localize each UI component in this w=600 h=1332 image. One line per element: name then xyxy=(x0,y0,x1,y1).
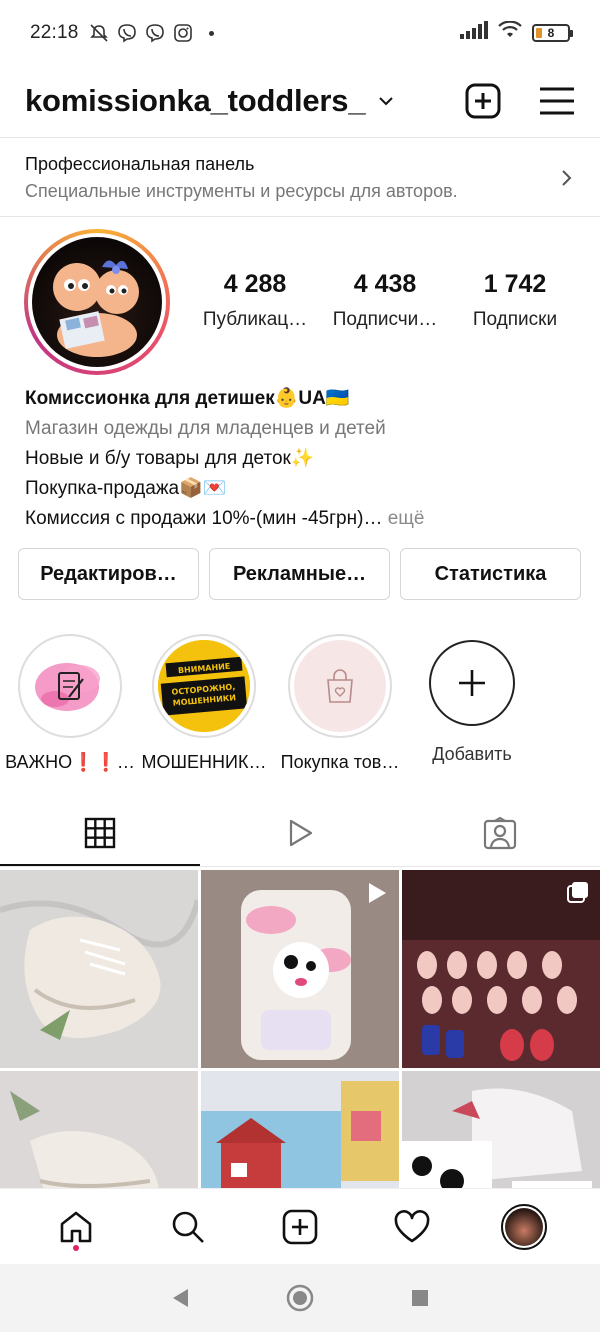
system-navigation-bar xyxy=(0,1264,600,1332)
stat-label: Подписчи… xyxy=(332,309,438,330)
tab-tagged[interactable] xyxy=(400,800,600,866)
tabs-divider xyxy=(0,866,600,867)
viber-icon xyxy=(117,23,137,43)
story-highlights: ВАЖНО❗❗… ВНИМАНИЕ ОСТОРОЖНО, МОШЕННИКИ М… xyxy=(0,634,600,774)
highlight-important[interactable]: ВАЖНО❗❗… xyxy=(0,634,140,773)
battery-level: 8 xyxy=(547,26,555,40)
system-recents-button[interactable] xyxy=(400,1278,440,1318)
bio-line: Комиссия с продажи 10%-(мин -45грн)… xyxy=(25,508,383,529)
carousel-indicator-icon xyxy=(566,880,590,909)
highlight-label: Покупка тов… xyxy=(280,752,400,772)
chevron-right-icon xyxy=(560,168,574,188)
grid-icon xyxy=(84,817,116,849)
posts-count[interactable]: 4 288 Публикац… xyxy=(190,270,320,331)
tab-posts-grid[interactable] xyxy=(0,800,200,866)
bio-line: Покупка-продажа📦💌 xyxy=(25,478,227,499)
username-switcher[interactable]: komissionka_toddlers_ xyxy=(25,83,366,119)
battery-icon: 8 xyxy=(532,24,573,42)
post-thumbnail[interactable] xyxy=(402,870,600,1068)
status-bar: 22:18 8 xyxy=(0,0,600,66)
more-notifications-dot xyxy=(208,30,214,36)
bottom-navigation xyxy=(0,1188,600,1264)
post-thumbnail[interactable] xyxy=(402,1071,600,1188)
pro-panel-subtitle: Специальные инструменты и ресурсы для ав… xyxy=(25,181,458,201)
post-thumbnail[interactable] xyxy=(0,1071,198,1188)
edit-profile-button[interactable]: Редактиров… xyxy=(18,548,199,600)
profile-display-name: Комиссионка для детишек👶UA🇺🇦 xyxy=(25,388,350,409)
post-thumbnail[interactable] xyxy=(201,870,399,1068)
plus-square-icon xyxy=(465,83,501,119)
post-thumbnail[interactable] xyxy=(201,1071,399,1188)
search-icon xyxy=(172,1211,204,1243)
chevron-down-icon[interactable] xyxy=(377,92,395,110)
highlight-label: МОШЕННИК… xyxy=(141,752,267,772)
profile-header: komissionka_toddlers_ xyxy=(0,66,600,136)
plus-icon xyxy=(459,670,485,696)
tab-reels[interactable] xyxy=(200,800,400,866)
play-icon xyxy=(289,819,313,847)
note-pen-icon xyxy=(35,663,100,711)
notification-dot xyxy=(73,1244,79,1251)
stat-value: 4 438 xyxy=(353,270,417,298)
following-count[interactable]: 1 742 Подписки xyxy=(450,270,580,331)
profile-avatar[interactable] xyxy=(24,229,170,375)
recents-square-icon xyxy=(412,1290,428,1306)
back-triangle-icon xyxy=(173,1289,188,1307)
shopping-bag-icon xyxy=(327,669,353,703)
stat-label: Публикац… xyxy=(202,309,308,330)
profile-bio: Комиссионка для детишек👶UA🇺🇦 Магазин оде… xyxy=(25,384,585,534)
profile-stats: 4 288 Публикац… 4 438 Подписчи… 1 742 По… xyxy=(190,270,580,331)
instagram-icon xyxy=(173,23,193,43)
wifi-icon xyxy=(498,20,522,45)
professional-dashboard-link[interactable]: Профессиональная панель Специальные инст… xyxy=(0,137,600,217)
viber-icon xyxy=(145,23,165,43)
tagged-person-icon xyxy=(483,816,517,850)
stat-value: 1 742 xyxy=(483,270,547,298)
profile-avatar-icon xyxy=(501,1203,547,1250)
nav-create[interactable] xyxy=(270,1197,330,1257)
highlight-cover: ВНИМАНИЕ ОСТОРОЖНО, МОШЕННИКИ xyxy=(158,640,250,732)
system-back-button[interactable] xyxy=(160,1278,200,1318)
stat-value: 4 288 xyxy=(223,270,287,298)
warning-sign-icon: ВНИМАНИЕ ОСТОРОЖНО, МОШЕННИКИ xyxy=(158,640,250,732)
nav-profile[interactable] xyxy=(494,1197,554,1257)
hamburger-menu-icon xyxy=(540,87,574,115)
bio-more-link[interactable]: ещё xyxy=(382,508,425,529)
menu-button[interactable] xyxy=(539,83,575,119)
nav-search[interactable] xyxy=(158,1197,218,1257)
highlight-cover xyxy=(294,640,386,732)
nav-home[interactable] xyxy=(46,1197,106,1257)
home-circle-icon xyxy=(286,1284,314,1312)
highlight-label: Добавить xyxy=(432,744,512,764)
add-highlight-button[interactable]: Добавить xyxy=(402,634,542,765)
insights-button[interactable]: Статистика xyxy=(400,548,581,600)
notification-icons xyxy=(89,23,214,43)
video-indicator-icon xyxy=(363,880,389,911)
stat-label: Подписки xyxy=(472,309,558,330)
posts-grid xyxy=(0,870,600,1188)
signal-icon xyxy=(460,21,488,45)
pro-panel-title: Профессиональная панель xyxy=(25,154,255,174)
highlight-label: ВАЖНО❗❗… xyxy=(5,752,135,772)
home-icon xyxy=(60,1211,92,1242)
highlight-scammers[interactable]: ВНИМАНИЕ ОСТОРОЖНО, МОШЕННИКИ МОШЕННИК… xyxy=(134,634,274,773)
ad-tools-button[interactable]: Рекламные… xyxy=(209,548,390,600)
profile-action-buttons: Редактиров… Рекламные… Статистика xyxy=(18,548,581,600)
profile-category: Магазин одежды для младенцев и детей xyxy=(25,418,386,439)
highlight-purchase[interactable]: Покупка тов… xyxy=(270,634,410,773)
avatar-image xyxy=(32,237,162,367)
status-time: 22:18 xyxy=(30,22,79,43)
highlight-cover xyxy=(24,640,116,732)
create-post-button[interactable] xyxy=(465,83,501,119)
plus-square-icon xyxy=(282,1209,318,1244)
post-thumbnail[interactable] xyxy=(0,870,198,1068)
bio-line-truncated: Комиссия с продажи 10%-(мин -45грн)… ещё xyxy=(25,504,585,534)
followers-count[interactable]: 4 438 Подписчи… xyxy=(320,270,450,331)
profile-tabs xyxy=(0,800,600,866)
system-home-button[interactable] xyxy=(280,1278,320,1318)
nav-activity[interactable] xyxy=(382,1197,442,1257)
heart-icon xyxy=(394,1209,430,1242)
mute-icon xyxy=(89,23,109,43)
bio-line: Новые и б/у товары для деток✨ xyxy=(25,448,315,469)
